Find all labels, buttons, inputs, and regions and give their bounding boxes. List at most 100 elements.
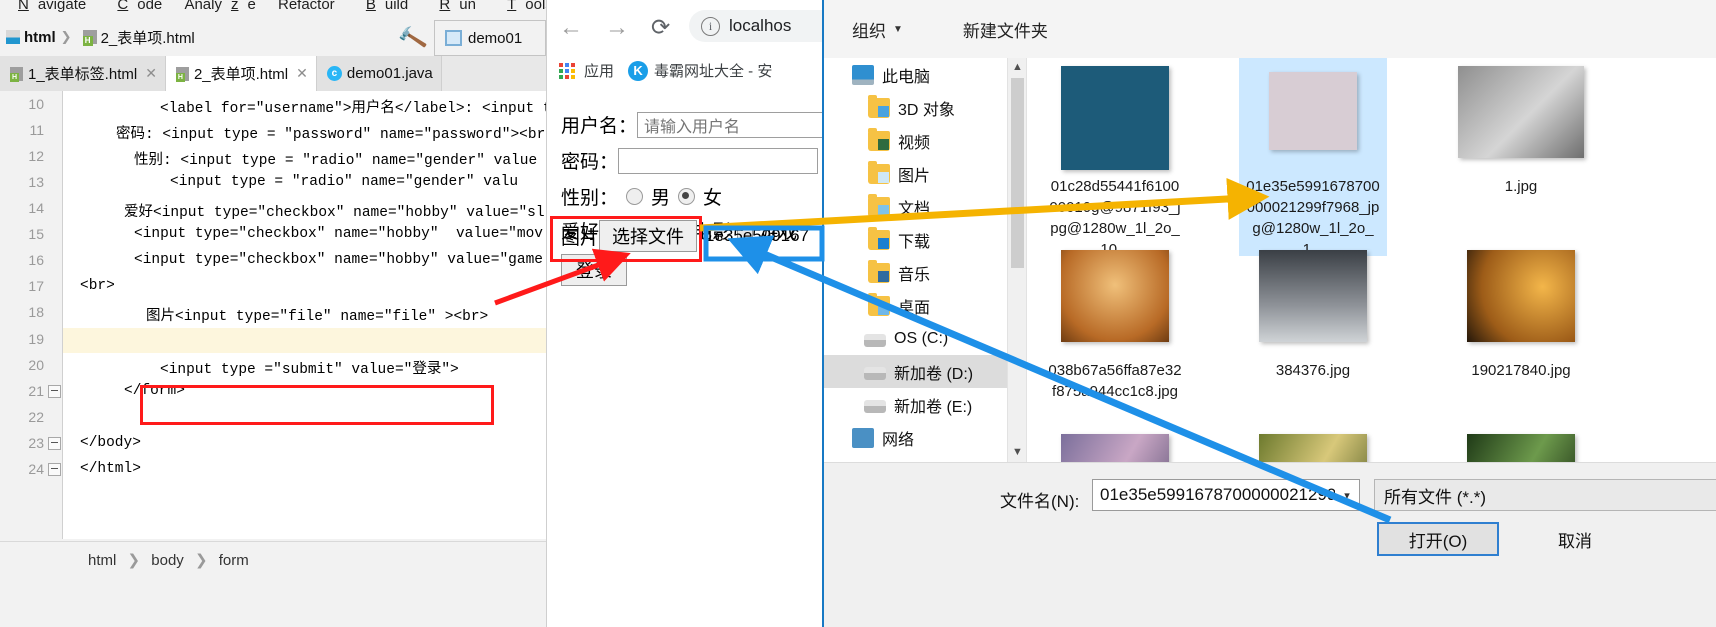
editor-tab-3[interactable]: c demo01.java <box>316 56 442 91</box>
scroll-up-icon[interactable]: ▲ <box>1008 58 1027 77</box>
code-line: <input type="checkbox" name="hobby" valu… <box>134 252 543 268</box>
bookmark-duba-label[interactable]: 毒霸网址大全 - 安 <box>654 60 772 81</box>
file-type-filter-select[interactable]: 所有文件 (*.*) <box>1374 479 1716 511</box>
nav-item-documents[interactable]: 文档 <box>824 190 1007 223</box>
status-crumb-html[interactable]: html <box>88 552 116 569</box>
menu-item-analyze[interactable]: Analy z e <box>175 0 264 13</box>
menu-item-navigate[interactable]: NNavigateavigate <box>0 0 95 13</box>
k-badge-icon[interactable]: K <box>628 60 649 81</box>
folder-downloads-icon <box>868 226 890 250</box>
navigation-scrollbar[interactable]: ▲ ▼ <box>1007 58 1027 462</box>
editor-tab-bar: 1_表单标签.html ✕ 2_表单项.html ✕ c demo01.java <box>0 56 546 92</box>
address-bar[interactable]: i localhos <box>689 10 823 42</box>
code-line: <br> <box>80 278 115 294</box>
chevron-down-icon: ▼ <box>893 23 903 35</box>
menu-item-build[interactable]: Build <box>348 0 417 13</box>
nav-item-label: 音乐 <box>898 266 931 284</box>
code-fold-toggle[interactable] <box>48 437 61 450</box>
username-label: 用户名： <box>561 116 638 137</box>
nav-item-network[interactable]: 网络 <box>824 421 1007 454</box>
file-name: 1.jpg <box>1504 178 1538 195</box>
nav-item-os-c[interactable]: OS (C:) <box>824 322 1007 355</box>
file-tile[interactable]: 01c28d55441f610000010g@9871f93_jpg@1280w… <box>1041 58 1189 258</box>
file-list-pane[interactable]: 01c28d55441f610000010g@9871f93_jpg@1280w… <box>1026 58 1716 526</box>
code-fold-toggle[interactable] <box>48 385 61 398</box>
run-configuration-selector[interactable]: demo01 <box>434 20 546 56</box>
nav-item-drive-d[interactable]: 新加卷 (D:) <box>824 355 1007 388</box>
code-line: <input type="checkbox" name="hobby" valu… <box>134 226 543 242</box>
nav-item-desktop[interactable]: 桌面 <box>824 289 1007 322</box>
file-tile[interactable]: 190217840.jpg <box>1447 242 1595 440</box>
breadcrumb-file[interactable]: 2_表单项.html <box>101 27 195 48</box>
file-thumbnail <box>1269 72 1357 150</box>
drive-icon <box>864 367 886 380</box>
nav-item-label: 此电脑 <box>882 68 931 86</box>
menu-item-refactor[interactable]: Refactor <box>269 0 344 13</box>
back-icon[interactable]: ← <box>559 14 583 42</box>
username-input[interactable]: 请输入用户名 <box>637 111 823 138</box>
bookmark-apps-label[interactable]: 应用 <box>584 60 614 81</box>
line-number: 16 <box>28 252 44 268</box>
file-tile[interactable]: 1.jpg <box>1447 58 1595 256</box>
line-number: 15 <box>28 226 44 242</box>
address-bar-url: localhos <box>729 16 792 35</box>
close-icon[interactable]: ✕ <box>145 65 157 82</box>
code-line: 密码: <input type = "password" name="passw… <box>116 127 546 143</box>
scrollbar-thumb[interactable] <box>1011 78 1024 268</box>
file-tile-selected[interactable]: 01e35e5991678700000021299f7968_jpg@1280w… <box>1239 58 1387 258</box>
file-thumbnail <box>1061 66 1169 170</box>
file-tile[interactable]: 038b67a56ffa87e32f875a944cc1c8.jpg <box>1041 242 1189 440</box>
menu-item-code[interactable]: Code <box>99 0 171 13</box>
nav-item-music[interactable]: 音乐 <box>824 256 1007 289</box>
status-crumb-form[interactable]: form <box>219 552 249 569</box>
code-line: </body> <box>80 435 141 451</box>
scroll-down-icon[interactable]: ▼ <box>1008 443 1027 462</box>
run-config-label: demo01 <box>468 29 523 47</box>
cancel-button[interactable]: 取消 <box>1514 522 1636 556</box>
editor-tab-label: demo01.java <box>346 65 433 82</box>
nav-item-downloads[interactable]: 下载 <box>824 223 1007 256</box>
breadcrumb-root[interactable]: html <box>24 29 56 46</box>
new-folder-button[interactable]: 新建文件夹 <box>963 17 1048 42</box>
nav-item-this-pc[interactable]: 此电脑 <box>824 58 1007 91</box>
reload-icon[interactable]: ⟳ <box>651 14 670 41</box>
line-number: 12 <box>28 148 44 164</box>
open-button[interactable]: 打开(O) <box>1377 522 1499 556</box>
menu-item-run[interactable]: Run <box>421 0 485 13</box>
menu-item-tools[interactable]: Tools <box>489 0 546 13</box>
nav-item-pictures[interactable]: 图片 <box>824 157 1007 190</box>
line-number: 21 <box>28 383 44 399</box>
nav-item-3d-objects[interactable]: 3D 对象 <box>824 91 1007 124</box>
editor-tab-1[interactable]: 1_表单标签.html ✕ <box>0 56 166 91</box>
line-number-gutter: 10 11 12 13 14 15 16 17 18 19 20 21 22 2… <box>0 91 63 539</box>
chevron-right-icon: ❯ <box>127 552 141 569</box>
status-crumb-body[interactable]: body <box>151 552 184 569</box>
apps-grid-icon[interactable] <box>559 62 575 79</box>
nav-item-videos[interactable]: 视频 <box>824 124 1007 157</box>
gender-female-label: 女 <box>703 188 723 209</box>
gender-female-radio[interactable] <box>678 188 696 205</box>
code-fold-toggle[interactable] <box>48 463 61 476</box>
filename-value: 01e35e5991678700000021299 <box>1100 485 1335 504</box>
nav-item-drive-e[interactable]: 新加卷 (E:) <box>824 388 1007 421</box>
forward-icon[interactable]: → <box>605 14 629 42</box>
filename-input[interactable]: 01e35e5991678700000021299 ▾ <box>1092 479 1360 511</box>
code-line: <input type ="submit" value="登录"> <box>160 362 459 378</box>
nav-item-label: 图片 <box>898 167 931 185</box>
organize-menu[interactable]: 组织 ▼ <box>852 17 903 42</box>
password-row: 密码： <box>561 147 819 174</box>
code-editor[interactable]: 10 11 12 13 14 15 16 17 18 19 20 21 22 2… <box>0 91 546 627</box>
file-open-dialog: 组织 ▼ 新建文件夹 此电脑 3D 对象 视频 图片 文档 下载 音乐 桌面 O… <box>822 0 1716 627</box>
chevron-down-icon[interactable]: ▾ <box>1335 489 1359 502</box>
navigation-pane: 此电脑 3D 对象 视频 图片 文档 下载 音乐 桌面 OS (C:) 新加卷 … <box>824 58 1007 462</box>
editor-tab-2[interactable]: 2_表单项.html ✕ <box>165 56 317 91</box>
close-icon[interactable]: ✕ <box>296 65 308 82</box>
password-input[interactable] <box>618 147 819 174</box>
code-line: </html> <box>80 461 141 477</box>
file-tile[interactable]: 384376.jpg <box>1239 242 1387 440</box>
ide-window: NNavigateavigate Code Analyze Refactor B… <box>0 0 546 627</box>
gender-male-radio[interactable] <box>626 188 644 205</box>
line-number: 18 <box>28 304 44 320</box>
run-config-icon <box>445 30 462 46</box>
info-icon[interactable]: i <box>701 16 720 36</box>
